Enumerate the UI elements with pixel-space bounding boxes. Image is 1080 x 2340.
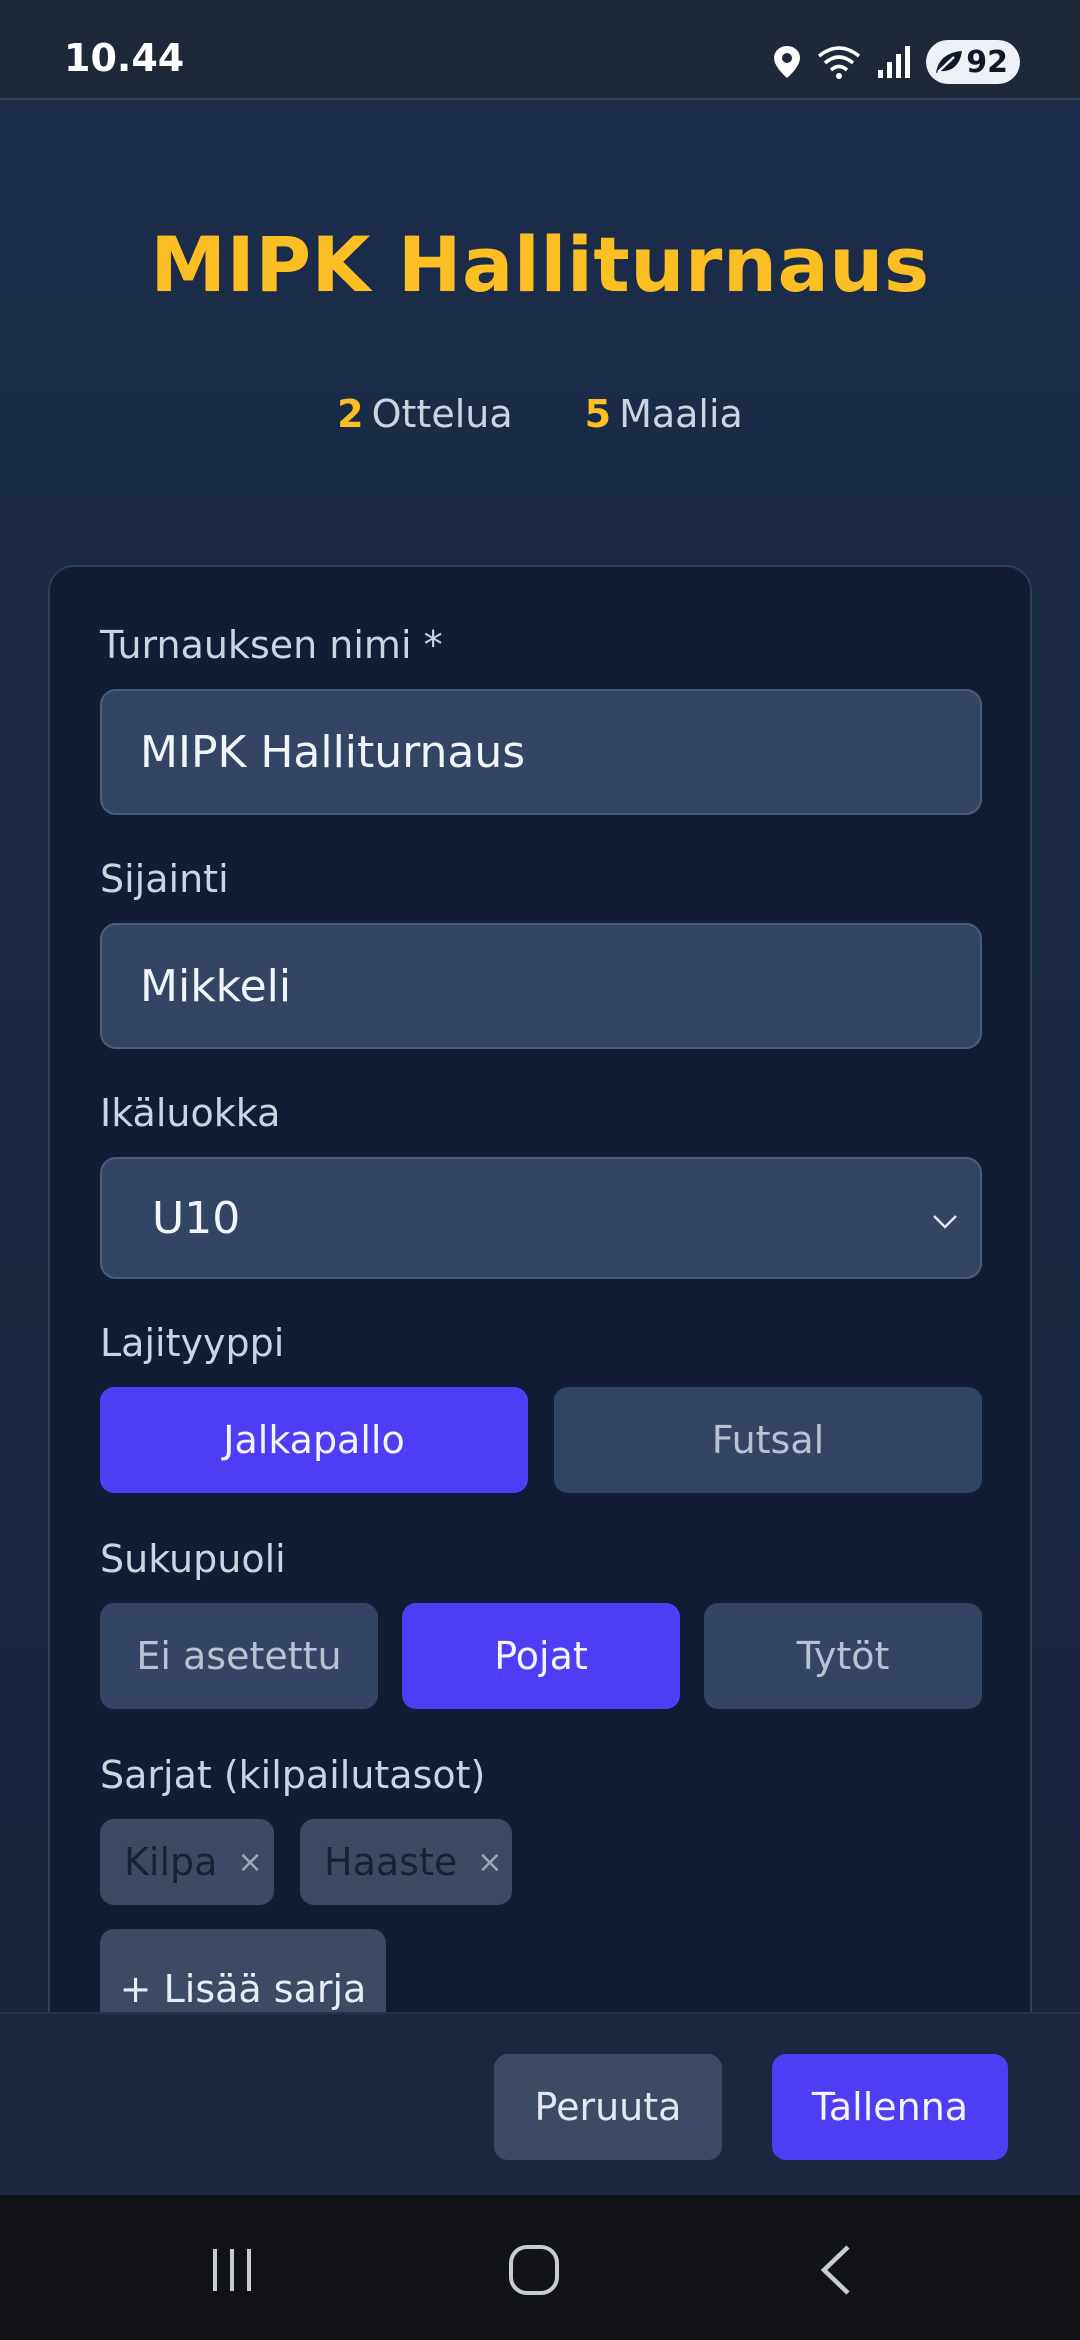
cancel-button[interactable]: Peruuta — [494, 2054, 722, 2160]
name-input-value: MIPK Halliturnaus — [140, 726, 526, 778]
system-nav-bar — [0, 2195, 1080, 2340]
tournament-header: MIPK Halliturnaus 2 Ottelua 5 Maalia — [0, 102, 1080, 522]
battery-level: 92 — [966, 44, 1008, 80]
home-button[interactable] — [494, 2235, 574, 2305]
stat-goals-label: Maalia — [619, 392, 743, 436]
location-icon — [774, 46, 801, 78]
age-class-value: U10 — [152, 1192, 241, 1244]
chevron-down-icon — [933, 1215, 957, 1229]
location-input-value: Mikkeli — [140, 960, 292, 1012]
stat-matches-label: Ottelua — [371, 392, 513, 436]
series-chip-label: Haaste — [324, 1840, 458, 1884]
location-label: Sijainti — [100, 857, 229, 901]
recent-apps-button[interactable] — [192, 2235, 272, 2305]
location-input[interactable]: Mikkeli — [100, 923, 982, 1049]
gender-label: Sukupuoli — [100, 1537, 286, 1581]
sport-type-option-jalkapallo[interactable]: Jalkapallo — [100, 1387, 528, 1493]
series-chip-haaste: Haaste × — [300, 1819, 512, 1905]
signal-icon — [878, 46, 911, 78]
back-icon — [820, 2245, 850, 2295]
series-label: Sarjat (kilpailutasot) — [100, 1753, 486, 1797]
action-bar: Peruuta Tallenna — [0, 2012, 1080, 2195]
stat-matches-value: 2 — [337, 392, 364, 436]
series-chip-kilpa: Kilpa × — [100, 1819, 274, 1905]
screen: 10.44 92 MIPK Halliturnaus 2 Ottelua 5 M… — [0, 0, 1080, 2340]
home-icon — [509, 2245, 559, 2295]
remove-chip-icon[interactable]: × — [477, 1845, 502, 1880]
stat-goals: 5 Maalia — [585, 392, 743, 436]
recent-apps-icon — [213, 2249, 251, 2291]
gender-option-unset[interactable]: Ei asetettu — [100, 1603, 378, 1709]
sport-type-option-futsal[interactable]: Futsal — [554, 1387, 982, 1493]
back-button[interactable] — [796, 2235, 876, 2305]
page-title: MIPK Halliturnaus — [150, 220, 930, 309]
name-input[interactable]: MIPK Halliturnaus — [100, 689, 982, 815]
remove-chip-icon[interactable]: × — [237, 1845, 262, 1880]
battery-icon: 92 — [926, 40, 1020, 84]
wifi-icon — [818, 46, 861, 79]
tournament-form: Turnauksen nimi * MIPK Halliturnaus Sija… — [48, 565, 1032, 2065]
status-icons: 92 — [772, 38, 1020, 86]
leaf-icon — [936, 51, 963, 73]
status-bar: 10.44 92 — [0, 0, 1080, 100]
age-class-label: Ikäluokka — [100, 1091, 281, 1135]
status-time: 10.44 — [64, 36, 185, 80]
stats-row: 2 Ottelua 5 Maalia — [0, 392, 1080, 436]
name-label: Turnauksen nimi * — [100, 623, 443, 667]
stat-matches: 2 Ottelua — [337, 392, 512, 436]
gender-option-girls[interactable]: Tytöt — [704, 1603, 982, 1709]
age-class-select[interactable]: U10 — [100, 1157, 982, 1279]
sport-type-label: Lajityyppi — [100, 1321, 285, 1365]
series-chip-label: Kilpa — [124, 1840, 218, 1884]
save-button[interactable]: Tallenna — [772, 2054, 1008, 2160]
stat-goals-value: 5 — [584, 392, 612, 436]
gender-option-boys[interactable]: Pojat — [402, 1603, 680, 1709]
